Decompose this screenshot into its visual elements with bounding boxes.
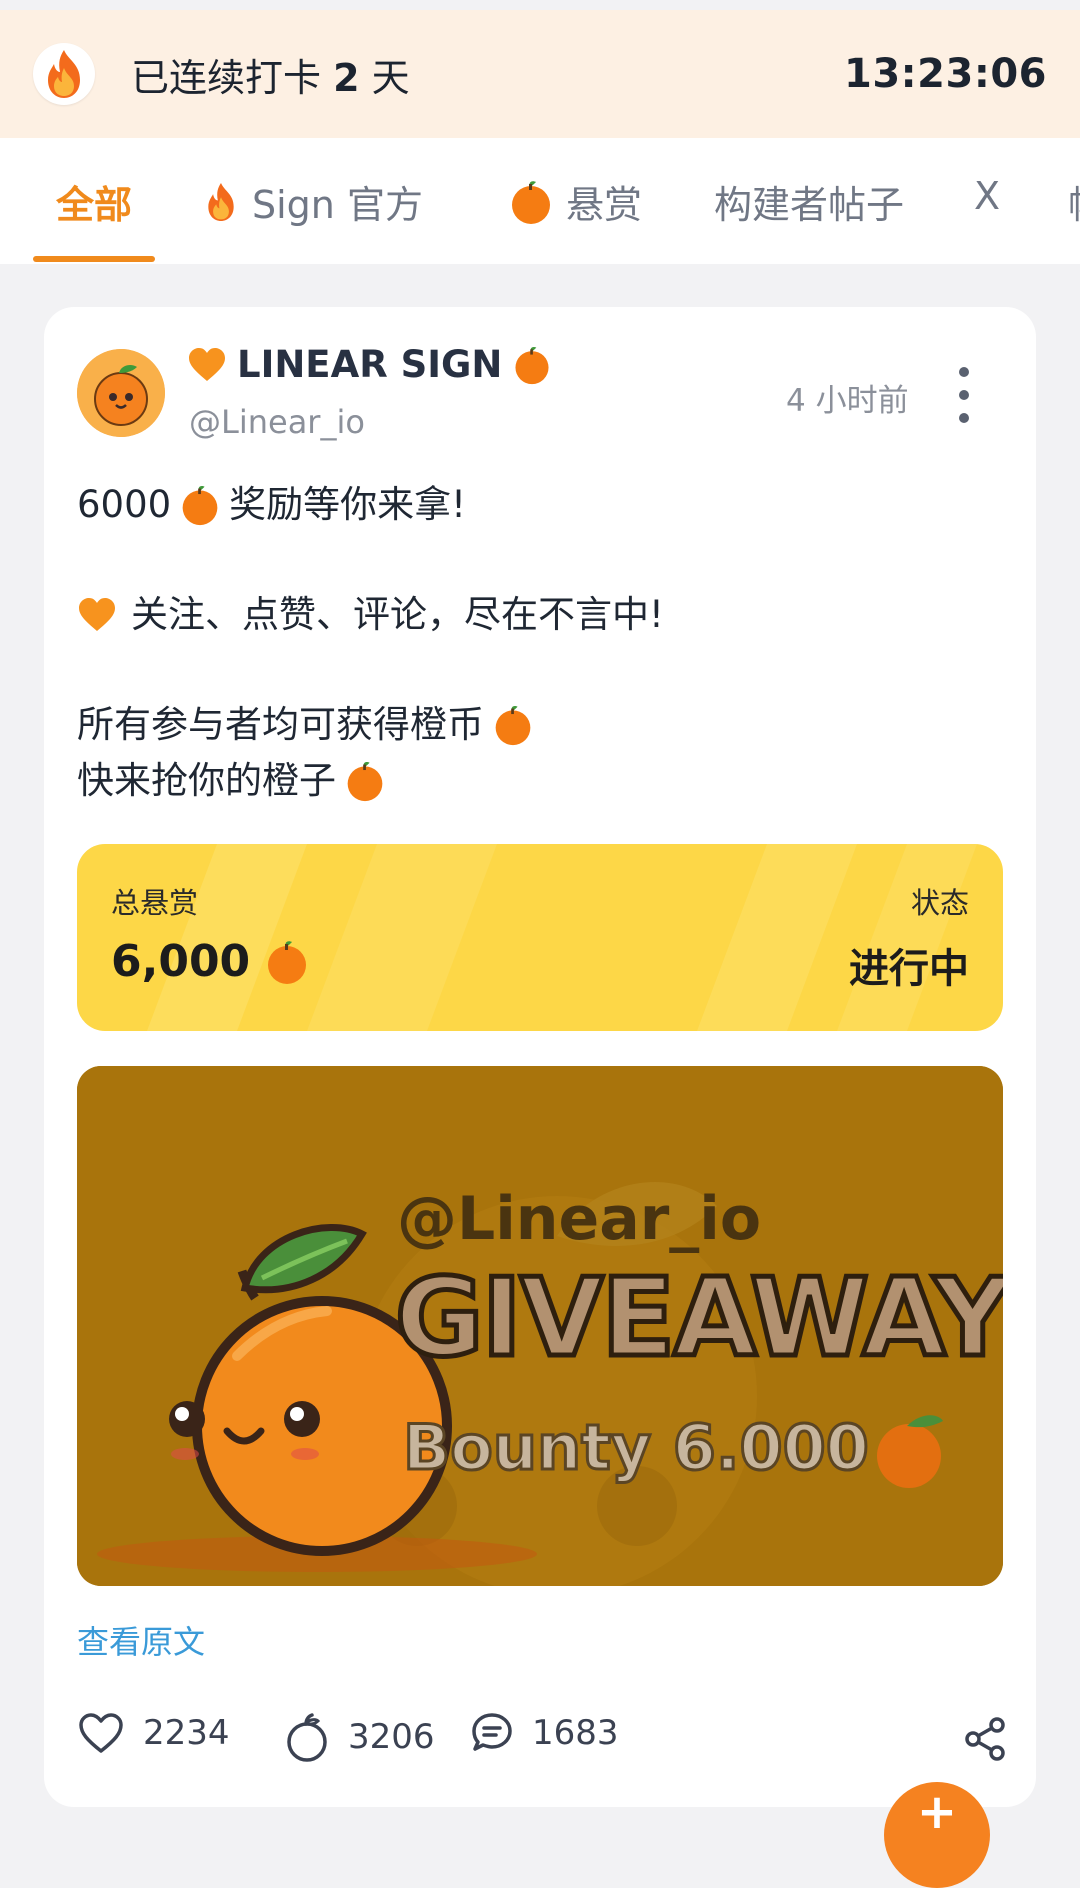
post-body: 6000 奖励等你来拿! 关注、点赞、评论，尽在不言中! 所有参与者均可获得橙币 xyxy=(77,477,1007,809)
like-count: 2234 xyxy=(143,1713,230,1753)
status-label: 状态 xyxy=(910,886,969,920)
tab-all[interactable]: 全部 xyxy=(56,174,132,229)
orange-heart-icon xyxy=(189,347,225,381)
orange-tip-button[interactable]: 3206 xyxy=(284,1711,435,1763)
like-button[interactable]: 2234 xyxy=(77,1711,230,1755)
streak-prefix: 已连续打卡 xyxy=(131,55,334,100)
compose-fab-button[interactable]: + xyxy=(884,1782,990,1888)
post-text: 关注、点赞、评论，尽在不言中! xyxy=(131,593,664,636)
orange-count: 3206 xyxy=(348,1717,435,1757)
image-handle: @Linear_io xyxy=(397,1184,762,1254)
post-text: 奖励等你来拿! xyxy=(229,483,467,526)
tab-x[interactable]: X xyxy=(974,174,1000,218)
orange-heart-icon xyxy=(79,598,115,631)
fire-icon xyxy=(208,182,234,221)
orange-icon xyxy=(495,706,531,746)
total-bounty-amount: 6,000 xyxy=(111,936,251,987)
post-text: 6000 xyxy=(77,483,172,526)
orange-icon xyxy=(182,486,218,526)
clock: 13:23:06 xyxy=(844,51,1047,97)
post-text: 快来抢你的橙子 xyxy=(77,759,336,802)
post-line: 关注、点赞、评论，尽在不言中! xyxy=(77,587,1007,643)
tab-bounty[interactable]: 悬赏 xyxy=(508,174,642,229)
author-name-text: LINEAR SIGN xyxy=(237,343,503,386)
comment-button[interactable]: 1683 xyxy=(470,1711,619,1755)
more-dot xyxy=(959,413,969,423)
tab-builder-posts-label: 构建者帖子 xyxy=(714,183,905,227)
post-line: 6000 奖励等你来拿! xyxy=(77,477,1007,533)
orange-icon xyxy=(347,762,383,802)
post-image[interactable]: @Linear_io GIVEAWAY Bounty 6.000 xyxy=(77,1066,1003,1586)
orange-icon xyxy=(268,940,307,984)
streak-days: 2 xyxy=(333,55,360,100)
comment-icon xyxy=(472,1713,512,1751)
orange-outline-icon xyxy=(287,1713,327,1762)
fire-icon xyxy=(33,43,95,105)
tab-bar: 全部 Sign 官方 悬赏 构建者帖子 X 帖 xyxy=(0,138,1080,264)
tab-bounty-label: 悬赏 xyxy=(566,183,643,227)
more-options-button[interactable] xyxy=(944,367,984,423)
more-dot xyxy=(959,390,969,400)
bounty-banner: 总悬赏 6,000 状态 进行中 xyxy=(77,844,1003,1031)
tab-builder-posts[interactable]: 构建者帖子 xyxy=(714,174,904,229)
tab-more[interactable]: 帖 xyxy=(1068,174,1080,229)
comment-count: 1683 xyxy=(532,1713,619,1753)
tab-sign-official-label: Sign 官方 xyxy=(252,183,423,227)
orange-icon xyxy=(512,180,550,224)
share-button[interactable] xyxy=(963,1717,1007,1765)
streak-bar: 已连续打卡 2 天 13:23:06 xyxy=(0,10,1080,138)
tab-more-label: 帖 xyxy=(1068,174,1080,229)
image-headline: GIVEAWAY xyxy=(393,1254,1003,1384)
tab-x-label: X xyxy=(974,174,1001,218)
heart-icon xyxy=(79,1713,123,1753)
tab-sign-official[interactable]: Sign 官方 xyxy=(202,174,423,229)
share-icon xyxy=(965,1717,1005,1761)
view-original-link[interactable]: 查看原文 xyxy=(77,1617,205,1663)
streak-text: 已连续打卡 2 天 xyxy=(131,47,410,102)
status-value: 进行中 xyxy=(849,946,969,992)
author-handle[interactable]: @Linear_io xyxy=(189,403,365,441)
post-line: 所有参与者均可获得橙币 xyxy=(77,697,1007,753)
post-time: 4 小时前 xyxy=(786,383,909,419)
total-bounty-label: 总悬赏 xyxy=(111,886,199,920)
image-subline: Bounty 6.000 xyxy=(402,1410,871,1486)
tab-all-label: 全部 xyxy=(56,183,133,227)
orange-icon xyxy=(515,346,549,384)
post-actions: 2234 3206 1683 xyxy=(77,1711,1007,1771)
avatar[interactable] xyxy=(77,349,165,437)
post-line: 快来抢你的橙子 xyxy=(77,753,1007,809)
author-name[interactable]: LINEAR SIGN xyxy=(187,343,552,386)
streak-suffix: 天 xyxy=(359,55,410,100)
plus-icon: + xyxy=(916,1784,958,1840)
more-dot xyxy=(959,367,969,377)
active-tab-indicator xyxy=(33,256,155,262)
post-text: 所有参与者均可获得橙币 xyxy=(77,703,484,746)
total-bounty-value: 6,000 xyxy=(111,936,310,987)
post-card[interactable]: LINEAR SIGN @Linear_io 4 小时前 6000 奖励等你来拿… xyxy=(44,307,1036,1807)
